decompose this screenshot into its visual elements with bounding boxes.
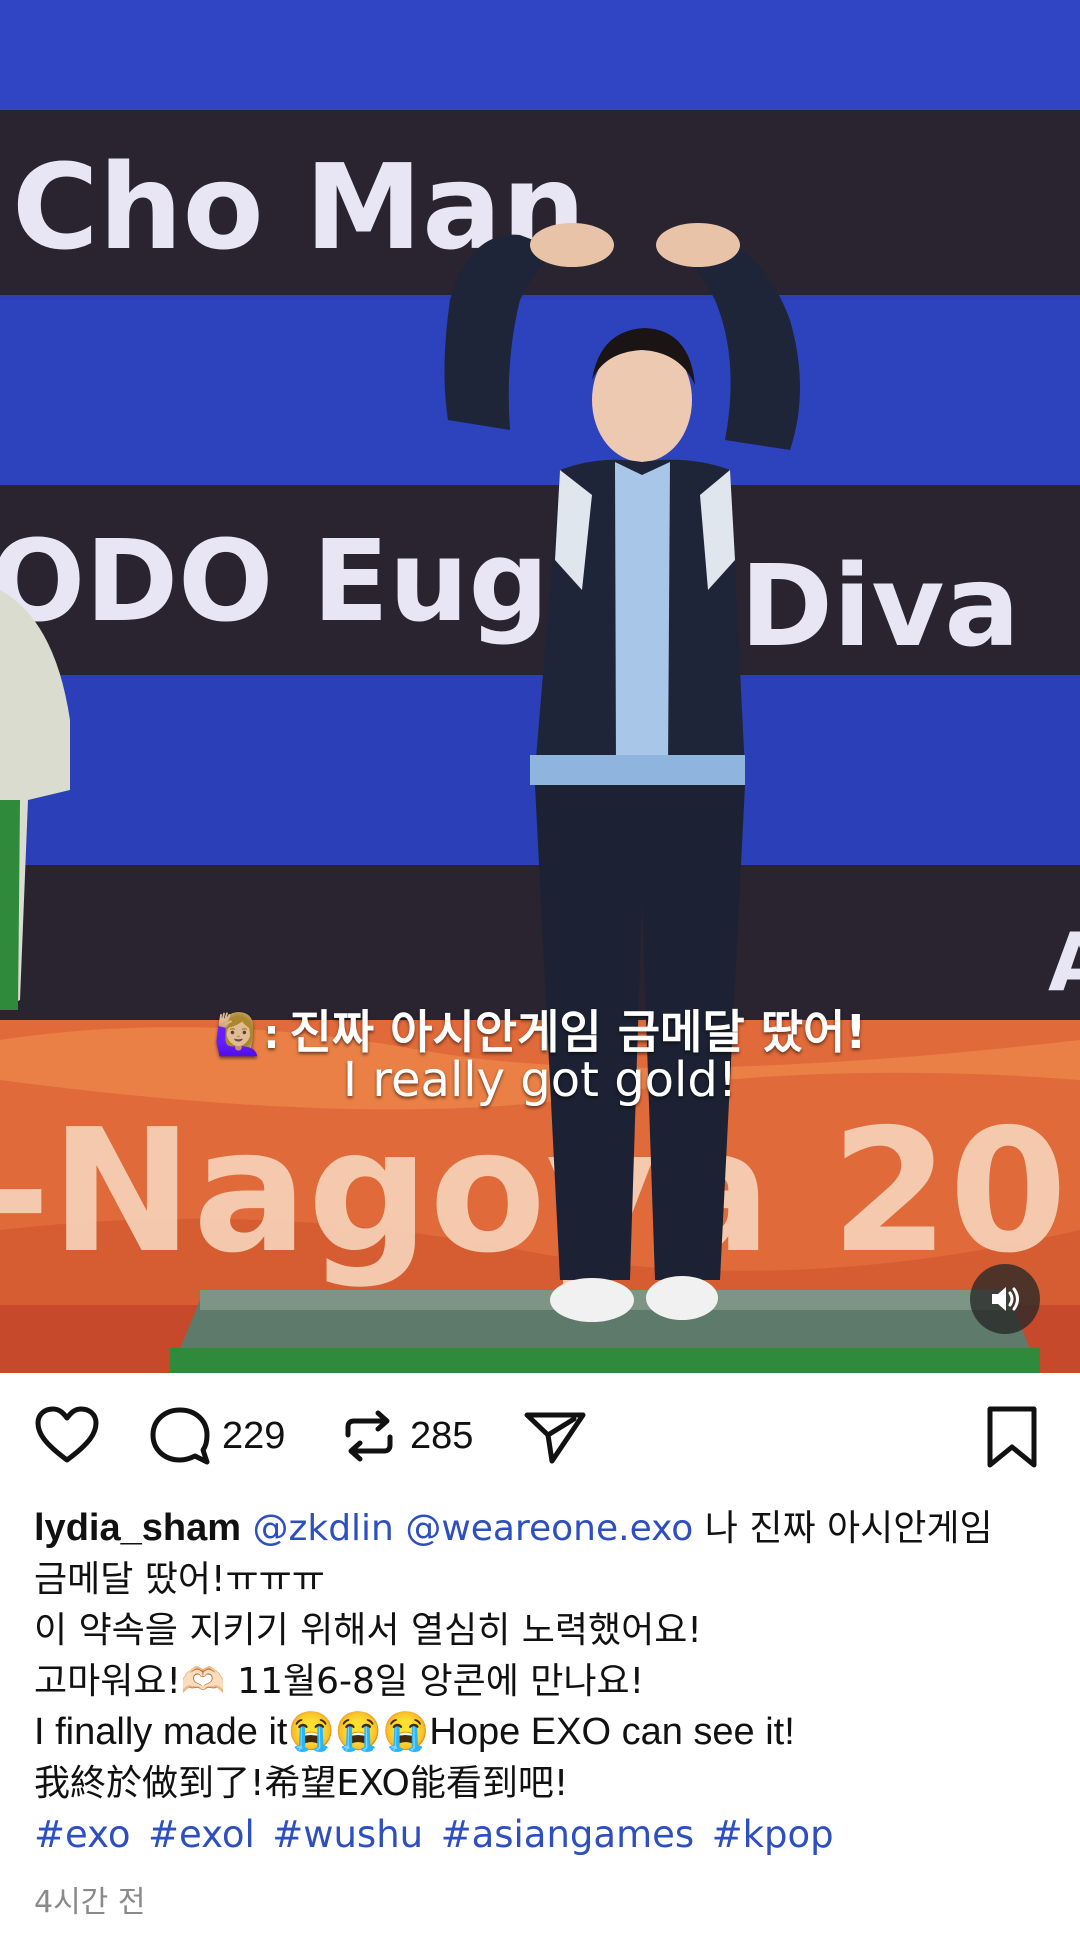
post-page: Cho Man ODO Euger Diva A -Nagoya 20 <box>0 0 1080 1936</box>
send-paper-plane-icon <box>524 1412 586 1464</box>
caption-line-4: 고마워요!🫶🏻 11월6-8일 앙콘에 만나요! <box>34 1661 645 1702</box>
speaker-icon <box>992 1287 1019 1311</box>
post-caption: lydia_sham @zkdlin @weareone.exo 나 진짜 아시… <box>34 1503 1044 1861</box>
like-button[interactable] <box>34 1405 100 1465</box>
caption-line-5: I finally made it😭😭😭Hope EXO can see it! <box>34 1711 795 1753</box>
repost-icon <box>345 1410 393 1462</box>
heart-icon <box>35 1406 99 1463</box>
hashtag-link[interactable]: #wushu <box>272 1813 423 1856</box>
post-timestamp: 4시간 전 <box>34 1885 146 1920</box>
board-name-mid-right: Diva <box>740 542 1020 672</box>
hashtag-link[interactable]: #kpop <box>712 1813 834 1856</box>
repost-button[interactable]: 285 <box>338 1405 473 1467</box>
hashtag-list: #exo #exol #wushu #asiangames #kpop <box>34 1809 1044 1861</box>
save-bookmark-button[interactable] <box>984 1405 1040 1471</box>
repost-count: 285 <box>410 1414 474 1457</box>
comment-count: 229 <box>222 1414 286 1457</box>
video-frame: Cho Man ODO Euger Diva A -Nagoya 20 <box>0 0 1080 1373</box>
bookmark-icon <box>987 1406 1037 1468</box>
video-subtitle-english: I really got gold! <box>342 1052 738 1108</box>
caption-line-2: 금메달 땄어!ㅠㅠㅠ <box>34 1559 325 1600</box>
caption-line-1: lydia_sham @zkdlin @weareone.exo 나 진짜 아시… <box>34 1503 1044 1554</box>
mention-link-1[interactable]: @zkdlin <box>252 1508 393 1549</box>
caption-line-3: 이 약속을 지키기 위해서 열심히 노력했어요! <box>34 1610 702 1651</box>
mention-link-2[interactable]: @weareone.exo <box>405 1508 693 1549</box>
share-button[interactable] <box>522 1405 588 1467</box>
post-actions-bar: 229 285 <box>0 1373 1080 1503</box>
comment-button[interactable]: 229 <box>148 1405 285 1467</box>
hashtag-link[interactable]: #exo <box>34 1813 131 1856</box>
comment-bubble-icon <box>150 1407 210 1465</box>
caption-line-6: 我終於做到了!希望EXO能看到吧! <box>34 1763 569 1804</box>
hashtag-link[interactable]: #exol <box>148 1813 255 1856</box>
hashtag-link[interactable]: #asiangames <box>441 1813 695 1856</box>
sound-toggle-button[interactable] <box>970 1264 1040 1334</box>
post-video[interactable]: Cho Man ODO Euger Diva A -Nagoya 20 <box>0 0 1080 1373</box>
post-username[interactable]: lydia_sham <box>34 1507 241 1549</box>
banner-text: -Nagoya 20 <box>0 1093 1067 1291</box>
subtitle-korean-text: 진짜 아시안게임 금메달 땄어! <box>289 1005 867 1059</box>
caption-text-1: 나 진짜 아시안게임 <box>704 1508 993 1549</box>
